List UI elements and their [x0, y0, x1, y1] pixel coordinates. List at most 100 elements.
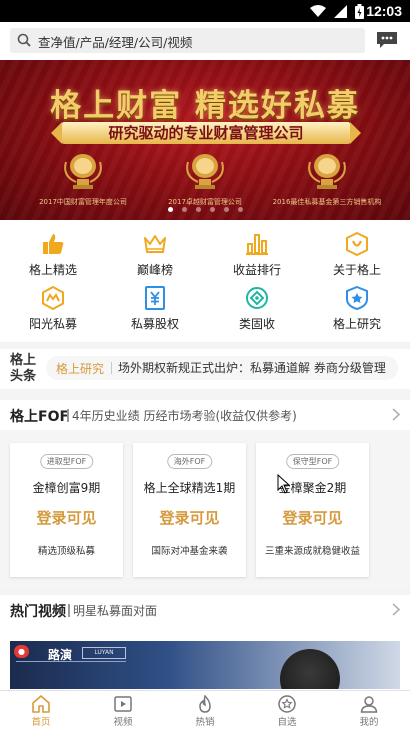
fof-card[interactable]: 保守型FOF 金樟聚金2期 登录可见 三重来源成就稳健收益	[256, 443, 369, 577]
diamond-circle-icon	[246, 287, 268, 309]
menu-item-about[interactable]: 关于格上	[306, 232, 408, 278]
fof-section-header[interactable]: 格上FOF 4年历史业绩 历经市场考验(收益仅供参考)	[0, 400, 410, 430]
menu-item-label: 格上研究	[332, 317, 381, 331]
search-placeholder: 查净值/产品/经理/公司/视频	[38, 35, 193, 50]
fof-card[interactable]: 进取型FOF 金樟创富9期 登录可见 精选顶级私募	[10, 443, 123, 577]
presenter-image	[280, 649, 340, 689]
carousel-dot[interactable]	[223, 207, 229, 212]
menu-item-label: 私募股权	[130, 317, 179, 331]
tab-label: 首页	[31, 717, 51, 728]
fof-desc: 国际对冲基金来袭	[151, 546, 228, 557]
bar-chart-icon	[246, 234, 268, 255]
flame-icon	[199, 695, 211, 713]
menu-item-selected-picks[interactable]: 格上精选	[2, 232, 104, 278]
video-section: 热门视频 明星私募面对面 ● 路演 LUYAN	[0, 595, 410, 690]
trophy-icon	[186, 154, 224, 189]
award-caption: 2017卓越财富管理公司	[168, 198, 242, 206]
award-3: 2016最佳私募基金第三方销售机构	[262, 152, 392, 207]
menu-item-research[interactable]: 格上研究	[306, 286, 408, 332]
fof-name: 金樟创富9期	[32, 481, 101, 495]
menu-item-label: 关于格上	[332, 263, 381, 277]
bottom-tab-bar: 首页 视频 热销 自选 我的	[0, 690, 410, 730]
tab-mine[interactable]: 我的	[328, 691, 410, 730]
tab-hot[interactable]: 热销	[164, 691, 246, 730]
section-title: 热门视频	[10, 604, 66, 620]
search-bar: 查净值/产品/经理/公司/视频	[0, 22, 410, 60]
award-caption: 2016最佳私募基金第三方销售机构	[272, 198, 382, 206]
headline-pill[interactable]: 格上研究 场外期权新规正式出炉：私募通道解 券商分级管理	[46, 356, 398, 380]
tab-label: 我的	[359, 717, 379, 728]
menu-item-private-equity[interactable]: 私募股权	[104, 286, 206, 332]
clock: 12:03	[366, 3, 402, 19]
shield-research-icon	[346, 286, 368, 310]
headline-ticker[interactable]: 格上头条 格上研究 场外期权新规正式出炉：私募通道解 券商分级管理	[0, 349, 410, 389]
award-caption: 2017中国财富管理年度公司	[39, 198, 127, 206]
tab-label: 视频	[113, 717, 133, 728]
login-to-view[interactable]: 登录可见	[133, 507, 246, 528]
section-subtitle: 明星私募面对面	[73, 604, 158, 618]
sun-hexagon-icon	[42, 286, 64, 310]
video-name-en: LUYAN	[82, 647, 126, 659]
headline-tag: 格上研究	[56, 362, 105, 376]
promo-banner[interactable]: 格上财富 精选好私募 研究驱动的专业财富管理公司 2017中国财富管理年度公司 …	[0, 60, 410, 220]
trophy-icon	[308, 154, 346, 189]
carousel-dots	[0, 207, 410, 212]
chevron-right-icon[interactable]	[392, 408, 400, 421]
user-icon	[360, 696, 378, 713]
headline-label: 格上头条	[10, 353, 37, 384]
menu-item-label: 格上精选	[28, 263, 77, 277]
chevron-right-icon[interactable]	[392, 603, 400, 616]
tab-watchlist[interactable]: 自选	[246, 691, 328, 730]
carousel-dot[interactable]	[181, 207, 187, 212]
menu-item-peak-ranking[interactable]: 巅峰榜	[104, 232, 206, 278]
menu-item-fixed-income[interactable]: 类固收	[206, 286, 308, 332]
logo-badge-icon	[346, 232, 368, 256]
yuan-doc-icon	[145, 286, 165, 310]
menu-item-return-ranking[interactable]: 收益排行	[206, 232, 308, 278]
banner-subtitle: 研究驱动的专业财富管理公司	[51, 122, 361, 144]
star-circle-icon	[278, 695, 296, 713]
fof-name: 金樟聚金2期	[278, 481, 347, 495]
fof-desc: 精选顶级私募	[37, 546, 95, 557]
carousel-dot[interactable]	[209, 207, 215, 212]
login-to-view[interactable]: 登录可见	[10, 507, 123, 528]
fof-name: 格上全球精选1期	[143, 481, 236, 495]
video-section-header[interactable]: 热门视频 明星私募面对面	[0, 595, 410, 625]
fof-type-tag: 保守型FOF	[285, 454, 340, 469]
status-bar: 12:03	[0, 0, 410, 22]
headline-text: 场外期权新规正式出炉：私募通道解 券商分级管理	[118, 361, 386, 375]
quick-menu: 格上精选 巅峰榜 收益排行 关于格上 阳光私募 私募股权 类固收 格上研究	[0, 220, 410, 342]
login-to-view[interactable]: 登录可见	[256, 507, 369, 528]
fof-type-tag: 进取型FOF	[39, 454, 94, 469]
tab-home[interactable]: 首页	[0, 691, 82, 730]
fof-card[interactable]: 海外FOF 格上全球精选1期 登录可见 国际对冲基金来袭	[133, 443, 246, 577]
menu-item-label: 收益排行	[232, 263, 281, 277]
menu-item-sunshine-private[interactable]: 阳光私募	[2, 286, 104, 332]
signal-icon	[334, 5, 347, 18]
tab-label: 自选	[277, 717, 297, 728]
carousel-dot[interactable]	[237, 207, 243, 212]
award-1: 2017中国财富管理年度公司	[18, 152, 148, 207]
fof-cards: 进取型FOF 金樟创富9期 登录可见 精选顶级私募 海外FOF 格上全球精选1期…	[0, 430, 410, 588]
home-icon	[32, 695, 50, 713]
trophy-icon	[64, 154, 102, 189]
crown-icon	[144, 235, 166, 253]
carousel-dot[interactable]	[167, 207, 173, 212]
app-root: 12:03 查净值/产品/经理/公司/视频 格上财富 精选好私募 研究驱动的专业…	[0, 0, 410, 730]
banner-title: 格上财富 精选好私募	[50, 88, 360, 124]
battery-icon	[355, 4, 364, 19]
search-icon	[17, 33, 31, 47]
fof-desc: 三重来源成就稳健收益	[264, 546, 360, 557]
live-badge: ●	[14, 645, 29, 658]
award-2: 2017卓越财富管理公司	[140, 152, 270, 207]
tab-video[interactable]: 视频	[82, 691, 164, 730]
message-icon[interactable]	[376, 31, 398, 49]
menu-item-label: 巅峰榜	[136, 263, 173, 277]
carousel-dot[interactable]	[195, 207, 201, 212]
search-input[interactable]: 查净值/产品/经理/公司/视频	[10, 28, 365, 53]
mouse-cursor-icon	[277, 474, 291, 494]
video-thumbnail[interactable]: ● 路演 LUYAN	[10, 641, 400, 689]
video-icon	[114, 696, 132, 712]
fof-type-tag: 海外FOF	[166, 454, 213, 469]
menu-item-label: 阳光私募	[28, 317, 77, 331]
